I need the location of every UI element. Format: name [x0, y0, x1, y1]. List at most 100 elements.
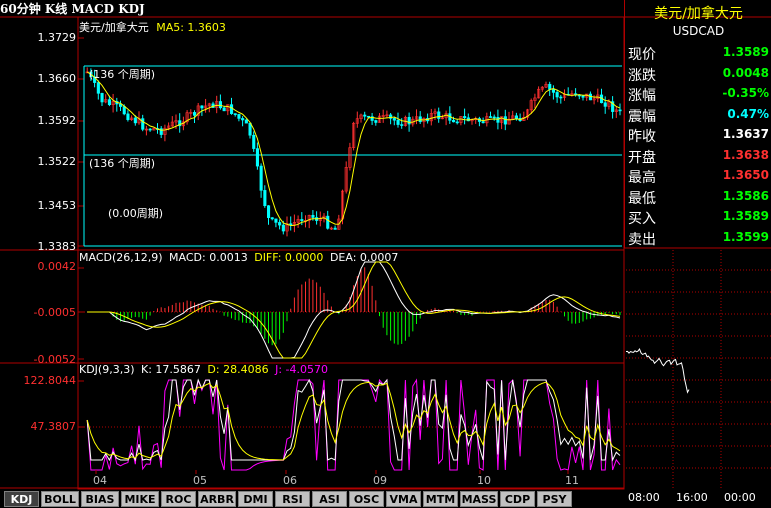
candle-body [193, 112, 197, 116]
kdj-tick: 122.8044 [23, 374, 77, 387]
j-value: J: -4.0570 [275, 363, 328, 376]
tab-cdp[interactable]: CDP [500, 491, 535, 507]
quote-value: 1.3589 [722, 209, 769, 223]
macd-histogram [112, 267, 621, 346]
macd-tick: -0.0052 [33, 353, 76, 366]
quote-row: 涨幅 -0.35% [625, 83, 771, 104]
instrument-name: 美元/加拿大元 [79, 21, 149, 34]
k-line [86, 378, 621, 462]
x-axis-label: 09 [373, 474, 387, 487]
tab-arbr[interactable]: ARBR [198, 491, 236, 507]
price-tick: 1.3592 [37, 114, 77, 127]
candle-body [263, 190, 267, 206]
tab-rsi[interactable]: RSI [275, 491, 310, 507]
candle-body [326, 215, 330, 229]
tab-boll[interactable]: BOLL [41, 491, 79, 507]
candle-body [514, 115, 519, 119]
candle-body [244, 119, 248, 124]
candle-body [492, 116, 496, 119]
macd-params: MACD(26,12,9) [79, 251, 163, 264]
candle-body [218, 101, 222, 109]
candle-body [281, 224, 285, 232]
candle-body [481, 121, 485, 124]
quote-title: 美元/加拿大元 [654, 6, 743, 22]
candle-body [392, 118, 396, 121]
tab-mike[interactable]: MIKE [121, 491, 159, 507]
quote-row: 最高 1.3650 [625, 165, 771, 186]
cycle-annotation: (136 个周期) [89, 157, 156, 170]
k-value: K: 17.5867 [141, 363, 201, 376]
candle-body [496, 116, 500, 123]
candle-body [455, 121, 459, 124]
candle-body [311, 214, 315, 218]
tab-vma[interactable]: VMA [386, 491, 421, 507]
candle-body [255, 148, 260, 167]
quote-value: 1.3650 [722, 168, 769, 182]
quote-label: 最高 [628, 170, 656, 186]
candle-body [222, 107, 226, 112]
candle-body [122, 106, 126, 115]
kdj-params: KDJ(9,3,3) [79, 363, 135, 376]
quote-panel: 美元/加拿大元 USDCAD 现价 1.3589 涨跌 0.0048 涨幅 -0.35% 震… [624, 0, 771, 248]
macd-header: MACD(26,12,9) MACD: 0.0013 DIFF: 0.0000 … [79, 251, 398, 264]
candle-body [548, 83, 552, 90]
quote-label: 买入 [628, 211, 656, 227]
tab-roc[interactable]: ROC [161, 491, 196, 507]
candle-body [503, 116, 507, 125]
candle-body [274, 218, 278, 223]
candle-body [200, 105, 204, 109]
candle-body [581, 95, 585, 98]
candle-body [418, 116, 422, 123]
price-tick: 1.3522 [37, 155, 77, 168]
cycle-annotation: (0.00周期) [108, 207, 164, 220]
intraday-grid [626, 250, 771, 488]
tab-dmi[interactable]: DMI [238, 491, 273, 507]
diff-value: DIFF: 0.0000 [254, 251, 324, 264]
quote-value: 0.0048 [722, 65, 769, 80]
candle-body [333, 227, 337, 230]
tab-psy[interactable]: PSY [537, 491, 572, 507]
quote-label: 最低 [628, 190, 656, 207]
candle-body [559, 96, 563, 99]
candle-body [603, 102, 607, 107]
macd-tick: 0.0042 [37, 260, 77, 273]
macd-tick: -0.0005 [33, 306, 76, 319]
price-tick: 1.3660 [37, 72, 77, 85]
tab-kdj[interactable]: KDJ [4, 491, 39, 507]
candle-body [300, 219, 304, 222]
quote-value: 1.3638 [722, 147, 769, 162]
j-line [86, 378, 621, 471]
d-value: D: 28.4086 [207, 363, 269, 376]
intraday-time-label: 08:00 [628, 491, 660, 504]
candle-body [374, 120, 378, 123]
quote-label: 震幅 [628, 108, 656, 125]
candle-body [407, 116, 411, 125]
tab-asi[interactable]: ASI [312, 491, 347, 507]
price-tick: 1.3383 [37, 240, 77, 253]
price-tick: 1.3729 [37, 31, 77, 44]
quote-symbol: USDCAD [672, 24, 725, 38]
quote-value: 0.47% [727, 106, 769, 121]
candle-body [366, 115, 371, 118]
quote-value: -0.35% [722, 86, 769, 100]
quote-row: 昨收 1.3637 [625, 124, 771, 145]
tab-mass[interactable]: MASS [460, 491, 498, 507]
quote-value: 1.3586 [722, 188, 769, 203]
candle-body [126, 113, 130, 120]
ma5-value: MA5: 1.3603 [156, 21, 226, 34]
tab-mtm[interactable]: MTM [423, 491, 458, 507]
quote-label: 涨跌 [628, 67, 656, 84]
candle-body [100, 93, 104, 103]
indicator-tab-bar: KDJ BOLL BIAS MIKE ROC ARBR DMI RSI ASI OSC VMA MTM… [0, 489, 624, 508]
quote-row: 涨跌 0.0048 [625, 63, 771, 84]
tab-osc[interactable]: OSC [349, 491, 384, 507]
x-axis-ticks [95, 470, 569, 474]
candle-body [396, 119, 400, 125]
candle-body [148, 128, 152, 131]
candle-body [363, 114, 367, 117]
x-axis-label: 11 [565, 474, 579, 487]
tab-bias[interactable]: BIAS [81, 491, 119, 507]
quote-row: 开盘 1.3638 [625, 145, 771, 166]
price-tick: 1.3453 [37, 199, 77, 212]
kdj-header: KDJ(9,3,3) K: 17.5867 D: 28.4086 J: -4.0… [79, 363, 328, 376]
